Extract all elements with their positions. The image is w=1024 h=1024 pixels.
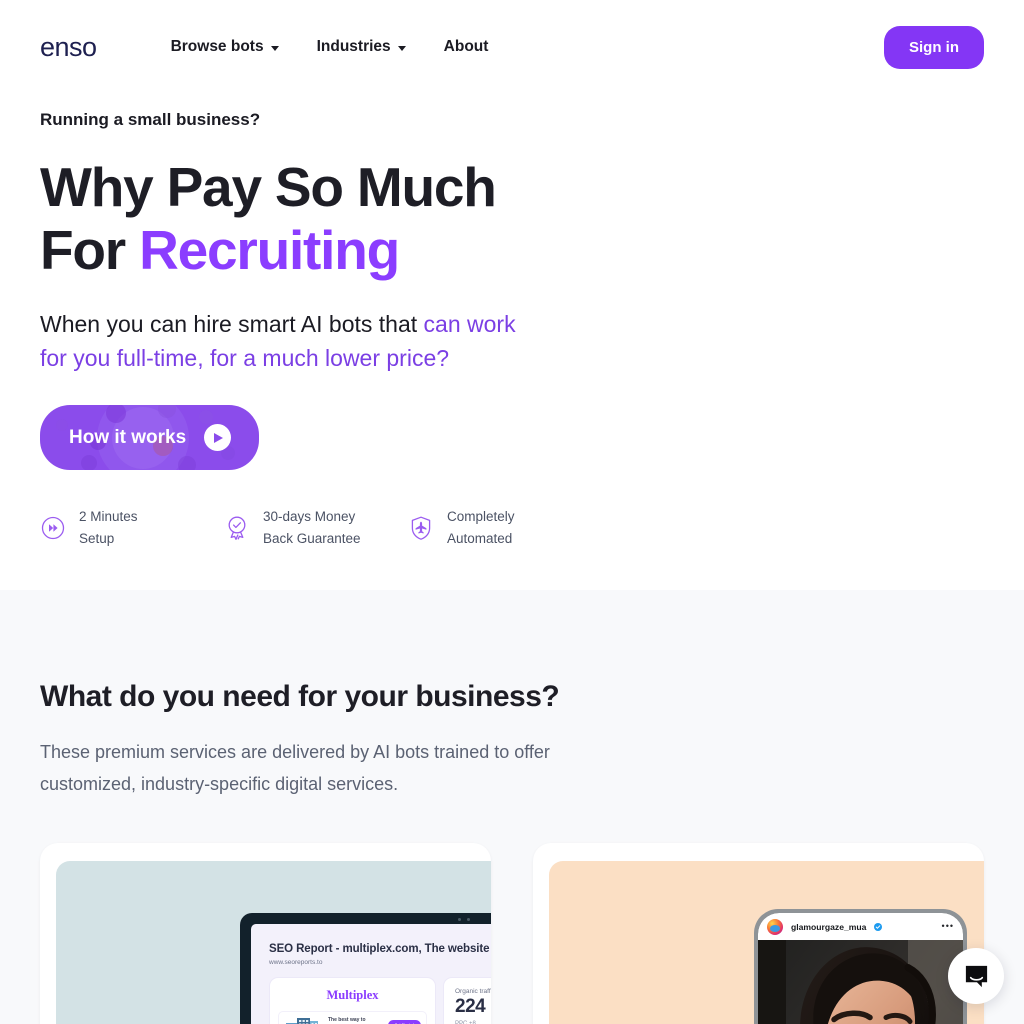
stat-value: 224: [455, 996, 486, 1018]
feature-line2: Setup: [79, 531, 115, 547]
instagram-username: glamourgaze_mua: [791, 921, 867, 932]
phone-mockup: glamourgaze_mua •••: [754, 909, 967, 1024]
feature-text: 2 Minutes Setup: [79, 506, 138, 550]
hero-section: Running a small business? Why Pay So Muc…: [0, 94, 1024, 551]
chevron-down-icon: [397, 45, 406, 51]
feature-line2: Back Guarantee: [263, 531, 361, 547]
page-title: Why Pay So Much For Recruiting: [40, 156, 560, 281]
service-card-social[interactable]: glamourgaze_mua •••: [533, 843, 984, 1024]
feature-text: 30-days Money Back Guarantee: [263, 506, 361, 550]
main-nav: Browse bots Industries About: [171, 38, 489, 56]
site-header: enso Browse bots Industries About Sign i…: [0, 0, 1024, 94]
instagram-post-photo: [758, 940, 963, 1024]
stat-label: Organic traffic: [455, 988, 491, 996]
services-subtitle: These premium services are delivered by …: [40, 742, 550, 795]
brand-hero-card: The best way to invest in estate. Get St…: [279, 1012, 426, 1024]
feature-text: Completely Automated: [447, 506, 515, 550]
hero-eyebrow: Running a small business?: [40, 110, 261, 129]
chevron-down-icon: [270, 45, 279, 51]
nav-item-browse-bots[interactable]: Browse bots: [171, 38, 279, 56]
services-section: What do you need for your business? Thes…: [0, 590, 1024, 1024]
services-title: What do you need for your business?: [40, 680, 560, 714]
nav-label: Browse bots: [170, 38, 264, 55]
fast-forward-circle-icon: [41, 517, 65, 540]
brand-tagline: The best way to invest in estate.: [328, 1017, 366, 1024]
instagram-post-header: glamourgaze_mua •••: [758, 913, 963, 941]
play-icon: [204, 424, 232, 452]
hero-title-line2-plain: For: [40, 218, 140, 281]
feature-money-back: 30-days Money Back Guarantee: [224, 506, 408, 550]
brand-get-started-button: Get Started: [387, 1019, 421, 1024]
hero-subtitle: When you can hire smart AI bots that can…: [40, 307, 520, 375]
feature-setup-time: 2 Minutes Setup: [40, 506, 224, 550]
feature-line1: 2 Minutes: [79, 509, 138, 525]
hero-title-line1: Why Pay So Much: [40, 156, 497, 218]
feature-line1: Completely: [447, 509, 515, 525]
stat-row: 224 +245: [455, 997, 491, 1016]
building-illustration-icon: [286, 1018, 318, 1024]
hero-sub-plain: When you can hire smart AI bots that: [40, 311, 424, 338]
nav-item-about[interactable]: About: [444, 38, 489, 56]
card-artwork: SEO Report - multiplex.com, The website …: [56, 861, 491, 1024]
award-check-icon: [228, 516, 246, 541]
laptop-camera-icon: [458, 918, 461, 922]
feature-line2: Automated: [447, 531, 513, 547]
brand-preview-panel: Multiplex The best way to: [269, 977, 436, 1024]
seo-report-title: SEO Report - multiplex.com, The website …: [269, 943, 491, 956]
shield-airplane-icon: [411, 516, 431, 541]
post-menu-icon[interactable]: •••: [942, 922, 954, 930]
brand-name: Multiplex: [326, 988, 379, 1003]
service-card-list: SEO Report - multiplex.com, The website …: [40, 843, 984, 1024]
feature-automated: Completely Automated: [408, 506, 592, 550]
chat-bubble-icon: [965, 965, 987, 987]
hero-title-accent: Recruiting: [139, 218, 400, 281]
feature-list: 2 Minutes Setup 30-days Money Back Guara…: [40, 506, 984, 550]
organic-traffic-panel: Organic traffic 224 +245 PPC +8: [443, 977, 491, 1024]
cta-label: How it works: [69, 426, 187, 448]
card-artwork: glamourgaze_mua •••: [549, 861, 984, 1024]
seo-summary-row: Multiplex The best way to Organic traff …: [269, 977, 491, 1024]
seo-report-url: www.seoreports.to: [269, 959, 323, 967]
feature-line1: 30-days Money: [263, 509, 356, 525]
verified-badge-icon: [874, 922, 883, 931]
how-it-works-button[interactable]: How it works: [40, 405, 260, 471]
nav-label: Industries: [316, 38, 391, 55]
laptop-mockup: SEO Report - multiplex.com, The website …: [240, 913, 491, 1024]
nav-label: About: [443, 38, 489, 55]
avatar: [767, 918, 783, 935]
logo[interactable]: enso: [40, 33, 97, 61]
service-card-seo[interactable]: SEO Report - multiplex.com, The website …: [40, 843, 491, 1024]
laptop-screen: SEO Report - multiplex.com, The website …: [251, 924, 491, 1024]
brand-tagline-line1: The best way to: [328, 1017, 366, 1024]
sign-in-button[interactable]: Sign in: [884, 25, 984, 69]
chat-launcher-button[interactable]: [948, 948, 1004, 1004]
portrait-illustration: [758, 940, 963, 1024]
nav-item-industries[interactable]: Industries: [317, 38, 406, 56]
phone-screen: glamourgaze_mua •••: [758, 913, 963, 1024]
